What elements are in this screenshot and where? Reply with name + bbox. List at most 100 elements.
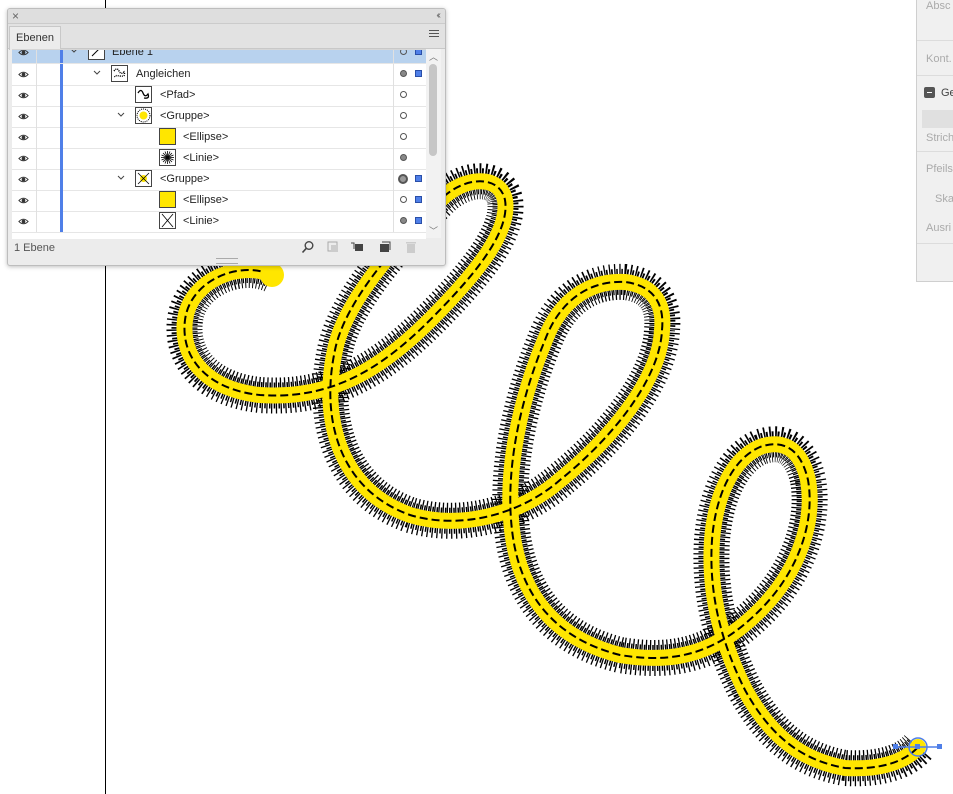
visibility-eye-icon[interactable]: [18, 153, 29, 164]
layer-count: 1 Ebene: [14, 242, 55, 254]
new-sublayer-icon[interactable]: [350, 240, 364, 254]
selection-indicator[interactable]: [415, 175, 422, 182]
layer-color-bar: [60, 85, 63, 106]
lock-column[interactable]: [36, 169, 37, 190]
target-circle-icon[interactable]: [398, 174, 408, 184]
layer-row-ebene-1[interactable]: Ebene 1: [12, 49, 426, 64]
chevron-down-icon[interactable]: ﹀: [429, 224, 438, 237]
lock-column[interactable]: [36, 106, 37, 127]
divider: [917, 40, 953, 41]
chevron-down-icon[interactable]: [92, 68, 102, 78]
layer-color-bar: [60, 50, 63, 63]
visibility-eye-icon[interactable]: [18, 195, 29, 206]
collapse-icon[interactable]: ‹‹: [436, 9, 440, 23]
layer-name[interactable]: Ebene 1: [112, 50, 153, 58]
layer-row-linie[interactable]: <Linie>: [12, 211, 426, 233]
panel-label-strich: Strich: [926, 132, 953, 144]
properties-panel[interactable]: Absc Kont. Ge Strich Pfeilsp Skal Ausri: [916, 0, 953, 282]
layer-thumbnail: [88, 50, 105, 60]
layer-name[interactable]: <Gruppe>: [160, 110, 210, 122]
visibility-eye-icon[interactable]: [18, 174, 29, 185]
group-thumbnail: [135, 107, 152, 124]
panel-title-bar[interactable]: × ‹‹: [8, 9, 445, 24]
layers-scrollbar[interactable]: ︿ ﹀: [426, 49, 441, 238]
visibility-eye-icon[interactable]: [18, 216, 29, 227]
blend-yellow-body: [184, 181, 918, 768]
layer-color-bar: [60, 190, 63, 211]
lock-column[interactable]: [36, 127, 37, 148]
column-divider: [393, 85, 394, 106]
visibility-eye-icon[interactable]: [18, 132, 29, 143]
group-thumbnail: [135, 170, 152, 187]
chevron-up-icon[interactable]: ︿: [429, 50, 438, 63]
chevron-down-icon[interactable]: [116, 110, 126, 120]
layer-row-gruppe[interactable]: <Gruppe>: [12, 169, 426, 191]
close-icon[interactable]: ×: [12, 9, 19, 23]
lock-column[interactable]: [36, 148, 37, 169]
blend-start-ellipse[interactable]: [260, 263, 284, 287]
target-circle-icon[interactable]: [400, 196, 407, 203]
layer-name[interactable]: <Gruppe>: [160, 173, 210, 185]
panel-label-ausri: Ausri: [926, 222, 952, 234]
lock-column[interactable]: [36, 64, 37, 85]
visibility-eye-icon[interactable]: [18, 69, 29, 80]
lock-column[interactable]: [36, 50, 37, 63]
selection-indicator[interactable]: [415, 70, 422, 77]
stroke-field[interactable]: [922, 110, 953, 128]
lock-column[interactable]: [36, 211, 37, 232]
layer-name[interactable]: Angleichen: [136, 68, 190, 80]
target-circle-icon[interactable]: [400, 50, 407, 55]
column-divider: [393, 127, 394, 148]
panel-label-absc: Absc: [926, 0, 951, 12]
scrollbar-thumb[interactable]: [429, 64, 437, 156]
collapse-section-icon[interactable]: [924, 87, 935, 98]
target-circle-icon[interactable]: [400, 91, 407, 98]
trash-icon[interactable]: [404, 240, 418, 254]
target-circle-icon[interactable]: [400, 70, 407, 77]
line-thumbnail: [159, 212, 176, 229]
panel-label-pfeilsp: Pfeilsp: [926, 163, 953, 175]
clipping-mask-icon[interactable]: [326, 240, 340, 254]
layer-color-bar: [60, 127, 63, 148]
layers-panel[interactable]: × ‹‹ Ebenen Ebene 1 Angleichen <Pfad> <G…: [7, 8, 446, 266]
column-divider: [393, 50, 394, 63]
layer-name[interactable]: <Linie>: [183, 215, 219, 227]
layer-name[interactable]: <Ellipse>: [183, 194, 228, 206]
divider: [917, 75, 953, 76]
column-divider: [393, 169, 394, 190]
chevron-down-icon[interactable]: [69, 49, 79, 56]
target-circle-icon[interactable]: [400, 217, 407, 224]
layer-color-bar: [60, 64, 63, 85]
lock-column[interactable]: [36, 85, 37, 106]
target-circle-icon[interactable]: [400, 154, 407, 161]
target-circle-icon[interactable]: [400, 133, 407, 140]
layer-name[interactable]: <Pfad>: [160, 89, 195, 101]
layers-status-bar: 1 Ebene: [8, 238, 445, 258]
new-layer-icon[interactable]: [378, 240, 392, 254]
layer-name[interactable]: <Ellipse>: [183, 131, 228, 143]
layer-name[interactable]: <Linie>: [183, 152, 219, 164]
visibility-eye-icon[interactable]: [18, 111, 29, 122]
panel-menu-icon[interactable]: [429, 30, 439, 39]
layer-row-pfad[interactable]: <Pfad>: [12, 85, 426, 107]
column-divider: [393, 211, 394, 232]
layer-row-gruppe[interactable]: <Gruppe>: [12, 106, 426, 128]
chevron-down-icon[interactable]: [116, 173, 126, 183]
visibility-eye-icon[interactable]: [18, 49, 29, 58]
resize-grip[interactable]: [216, 258, 238, 264]
layer-color-bar: [60, 148, 63, 169]
search-icon[interactable]: [301, 240, 315, 254]
selection-indicator[interactable]: [415, 217, 422, 224]
layers-list[interactable]: Ebene 1 Angleichen <Pfad> <Gruppe> <Elli…: [12, 49, 426, 239]
tab-bar: Ebenen: [8, 24, 445, 50]
lock-column[interactable]: [36, 190, 37, 211]
visibility-eye-icon[interactable]: [18, 90, 29, 101]
selection-indicator[interactable]: [415, 196, 422, 203]
selection-indicator[interactable]: [415, 50, 422, 55]
layer-row-linie[interactable]: <Linie>: [12, 148, 426, 170]
layer-row-ellipse[interactable]: <Ellipse>: [12, 190, 426, 212]
layer-row-ellipse[interactable]: <Ellipse>: [12, 127, 426, 149]
layer-row-angleichen[interactable]: Angleichen: [12, 64, 426, 86]
target-circle-icon[interactable]: [400, 112, 407, 119]
tab-ebenen[interactable]: Ebenen: [9, 26, 61, 50]
